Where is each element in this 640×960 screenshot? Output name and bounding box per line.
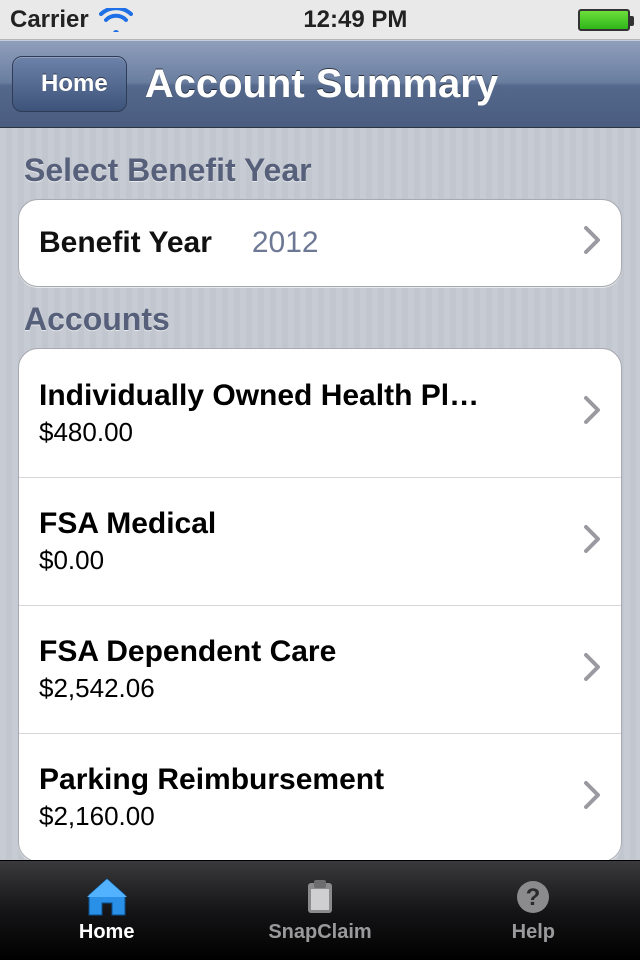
carrier-label: Carrier [10,6,89,34]
status-bar: Carrier 12:49 PM [0,0,640,40]
account-amount: $2,160.00 [39,801,384,832]
wifi-icon [99,8,133,32]
account-row[interactable]: FSA Medical $0.00 [19,477,621,605]
tab-help[interactable]: ? Help [427,861,640,960]
account-name: Individually Owned Health Pl… [39,379,479,413]
content-scroll[interactable]: Select Benefit Year Benefit Year 2012 Ac… [0,128,640,860]
section-header-benefit-year: Select Benefit Year [18,138,622,199]
tab-label: SnapClaim [268,921,371,944]
home-icon [85,877,129,917]
account-name: Parking Reimbursement [39,763,384,797]
chevron-right-icon [583,777,601,819]
account-name: FSA Dependent Care [39,635,336,669]
benefit-year-card: Benefit Year 2012 [18,199,622,287]
nav-bar: Home Account Summary [0,40,640,128]
clock: 12:49 PM [303,6,407,34]
chevron-right-icon [583,649,601,691]
account-row[interactable]: Individually Owned Health Pl… $480.00 [19,349,621,477]
account-amount: $0.00 [39,545,216,576]
tab-bar: Home SnapClaim ? Help [0,860,640,960]
tab-snapclaim[interactable]: SnapClaim [213,861,426,960]
benefit-year-value: 2012 [252,226,319,260]
account-row[interactable]: Parking Reimbursement $2,160.00 [19,733,621,860]
benefit-year-label: Benefit Year [39,226,212,260]
chevron-right-icon [583,521,601,563]
account-amount: $480.00 [39,417,479,448]
account-row[interactable]: FSA Dependent Care $2,542.06 [19,605,621,733]
help-icon: ? [511,877,555,917]
account-amount: $2,542.06 [39,673,336,704]
benefit-year-row[interactable]: Benefit Year 2012 [19,200,621,286]
back-button-label: Home [41,70,108,98]
status-left: Carrier [10,6,133,34]
page-title: Account Summary [127,62,628,107]
section-header-accounts: Accounts [18,287,622,348]
clipboard-icon [298,877,342,917]
chevron-right-icon [583,222,601,264]
accounts-list: Individually Owned Health Pl… $480.00 FS… [18,348,622,860]
tab-label: Help [512,921,555,944]
account-name: FSA Medical [39,507,216,541]
battery-icon [578,9,630,31]
chevron-right-icon [583,392,601,434]
svg-text:?: ? [526,884,541,911]
tab-home[interactable]: Home [0,861,213,960]
back-button[interactable]: Home [12,56,127,112]
tab-label: Home [79,921,135,944]
